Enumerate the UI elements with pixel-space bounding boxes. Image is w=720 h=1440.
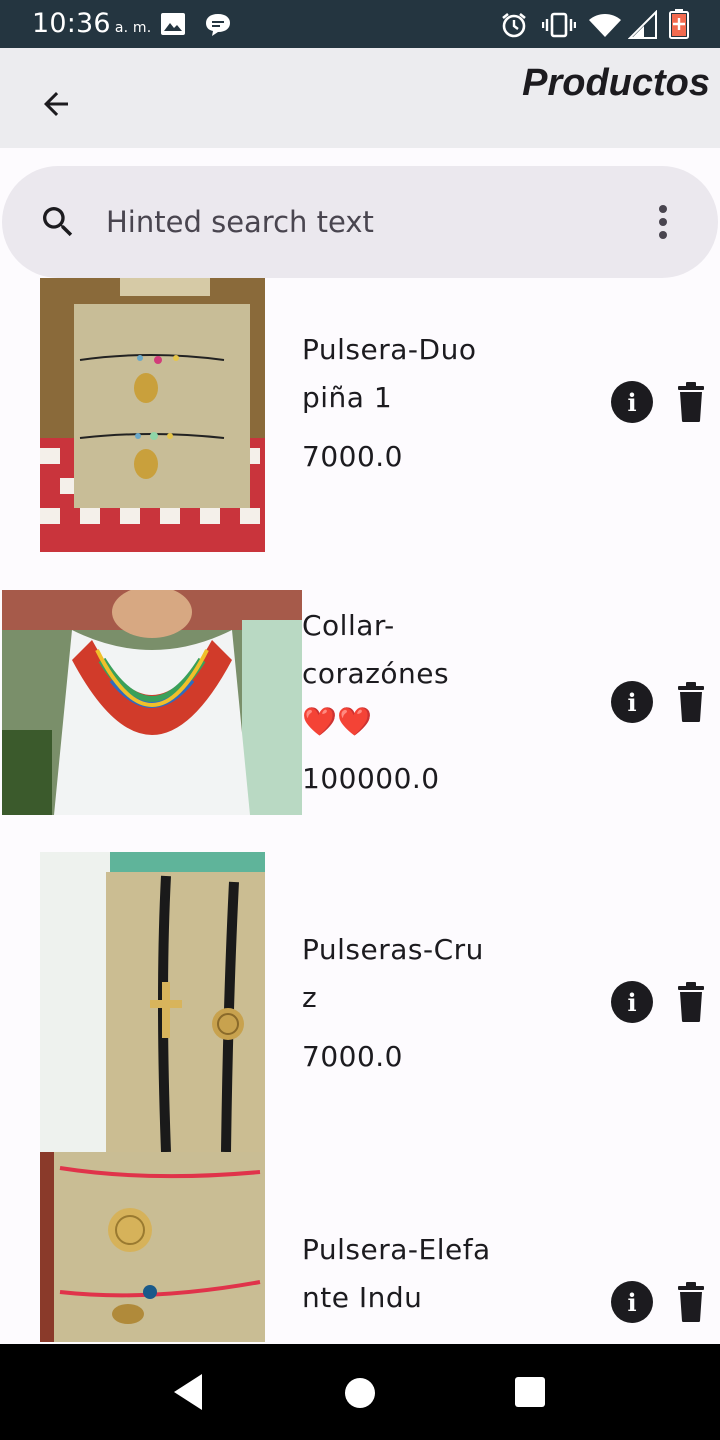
search-input[interactable] (106, 202, 626, 242)
product-price: 7000.0 (302, 1040, 403, 1073)
delete-icon[interactable] (676, 982, 706, 1022)
info-button[interactable]: i (611, 1281, 653, 1323)
search-button[interactable] (38, 202, 78, 246)
signal-icon (628, 10, 657, 39)
search-bar (2, 166, 718, 278)
battery-icon (669, 9, 689, 39)
status-bar: 10:36 a. m. (0, 0, 720, 48)
delete-icon[interactable] (676, 1282, 706, 1322)
status-ampm: a. m. (114, 20, 152, 36)
back-button[interactable] (30, 78, 82, 130)
recents-nav-icon[interactable] (514, 1376, 546, 1408)
info-button[interactable]: i (611, 381, 653, 423)
vibrate-icon (542, 12, 576, 38)
home-nav-icon[interactable] (344, 1377, 376, 1409)
status-time: 10:36 a. m. (32, 8, 152, 39)
product-name: Pulsera-Duo piña 1 (302, 333, 477, 414)
arrow-back-icon (44, 92, 68, 116)
message-icon (206, 14, 230, 36)
product-image (40, 278, 265, 552)
info-icon: i (627, 987, 637, 1017)
list-item[interactable]: Pulseras-Cru z 7000.0 i (0, 852, 720, 1152)
info-button[interactable]: i (611, 681, 653, 723)
delete-icon[interactable] (676, 382, 706, 422)
image-icon (161, 13, 185, 35)
info-icon: i (627, 687, 637, 717)
list-item[interactable]: Collar- corazónes ❤️❤️ 100000.0 i (0, 590, 720, 840)
list-item[interactable]: Pulsera-Duo piña 1 7000.0 i (0, 278, 720, 578)
delete-icon[interactable] (676, 682, 706, 722)
more-vert-icon (659, 205, 667, 239)
product-image (2, 590, 302, 815)
product-list[interactable]: Pulsera-Duo piña 1 7000.0 i Collar- cora… (0, 278, 720, 1344)
alarm-icon (502, 12, 526, 38)
product-price: 100000.0 (302, 762, 440, 795)
app-bar: Productos (0, 48, 720, 148)
product-name: Pulsera-Elefa nte Indu (302, 1233, 491, 1314)
info-icon: i (627, 1287, 637, 1317)
page-title: Productos (522, 62, 710, 104)
back-nav-icon[interactable] (172, 1372, 204, 1412)
info-button[interactable]: i (611, 981, 653, 1023)
wifi-icon (589, 14, 621, 37)
more-options-button[interactable] (648, 204, 678, 240)
product-price: 7000.0 (302, 440, 403, 473)
list-item[interactable]: Pulsera-Elefa nte Indu i (0, 1152, 720, 1344)
product-image (40, 852, 265, 1152)
product-name: Pulseras-Cru z (302, 933, 484, 1014)
product-name: Collar- corazónes ❤️❤️ (302, 609, 450, 738)
navigation-bar (0, 1344, 720, 1440)
search-icon (43, 207, 73, 237)
info-icon: i (627, 387, 637, 417)
product-image (40, 1152, 265, 1342)
